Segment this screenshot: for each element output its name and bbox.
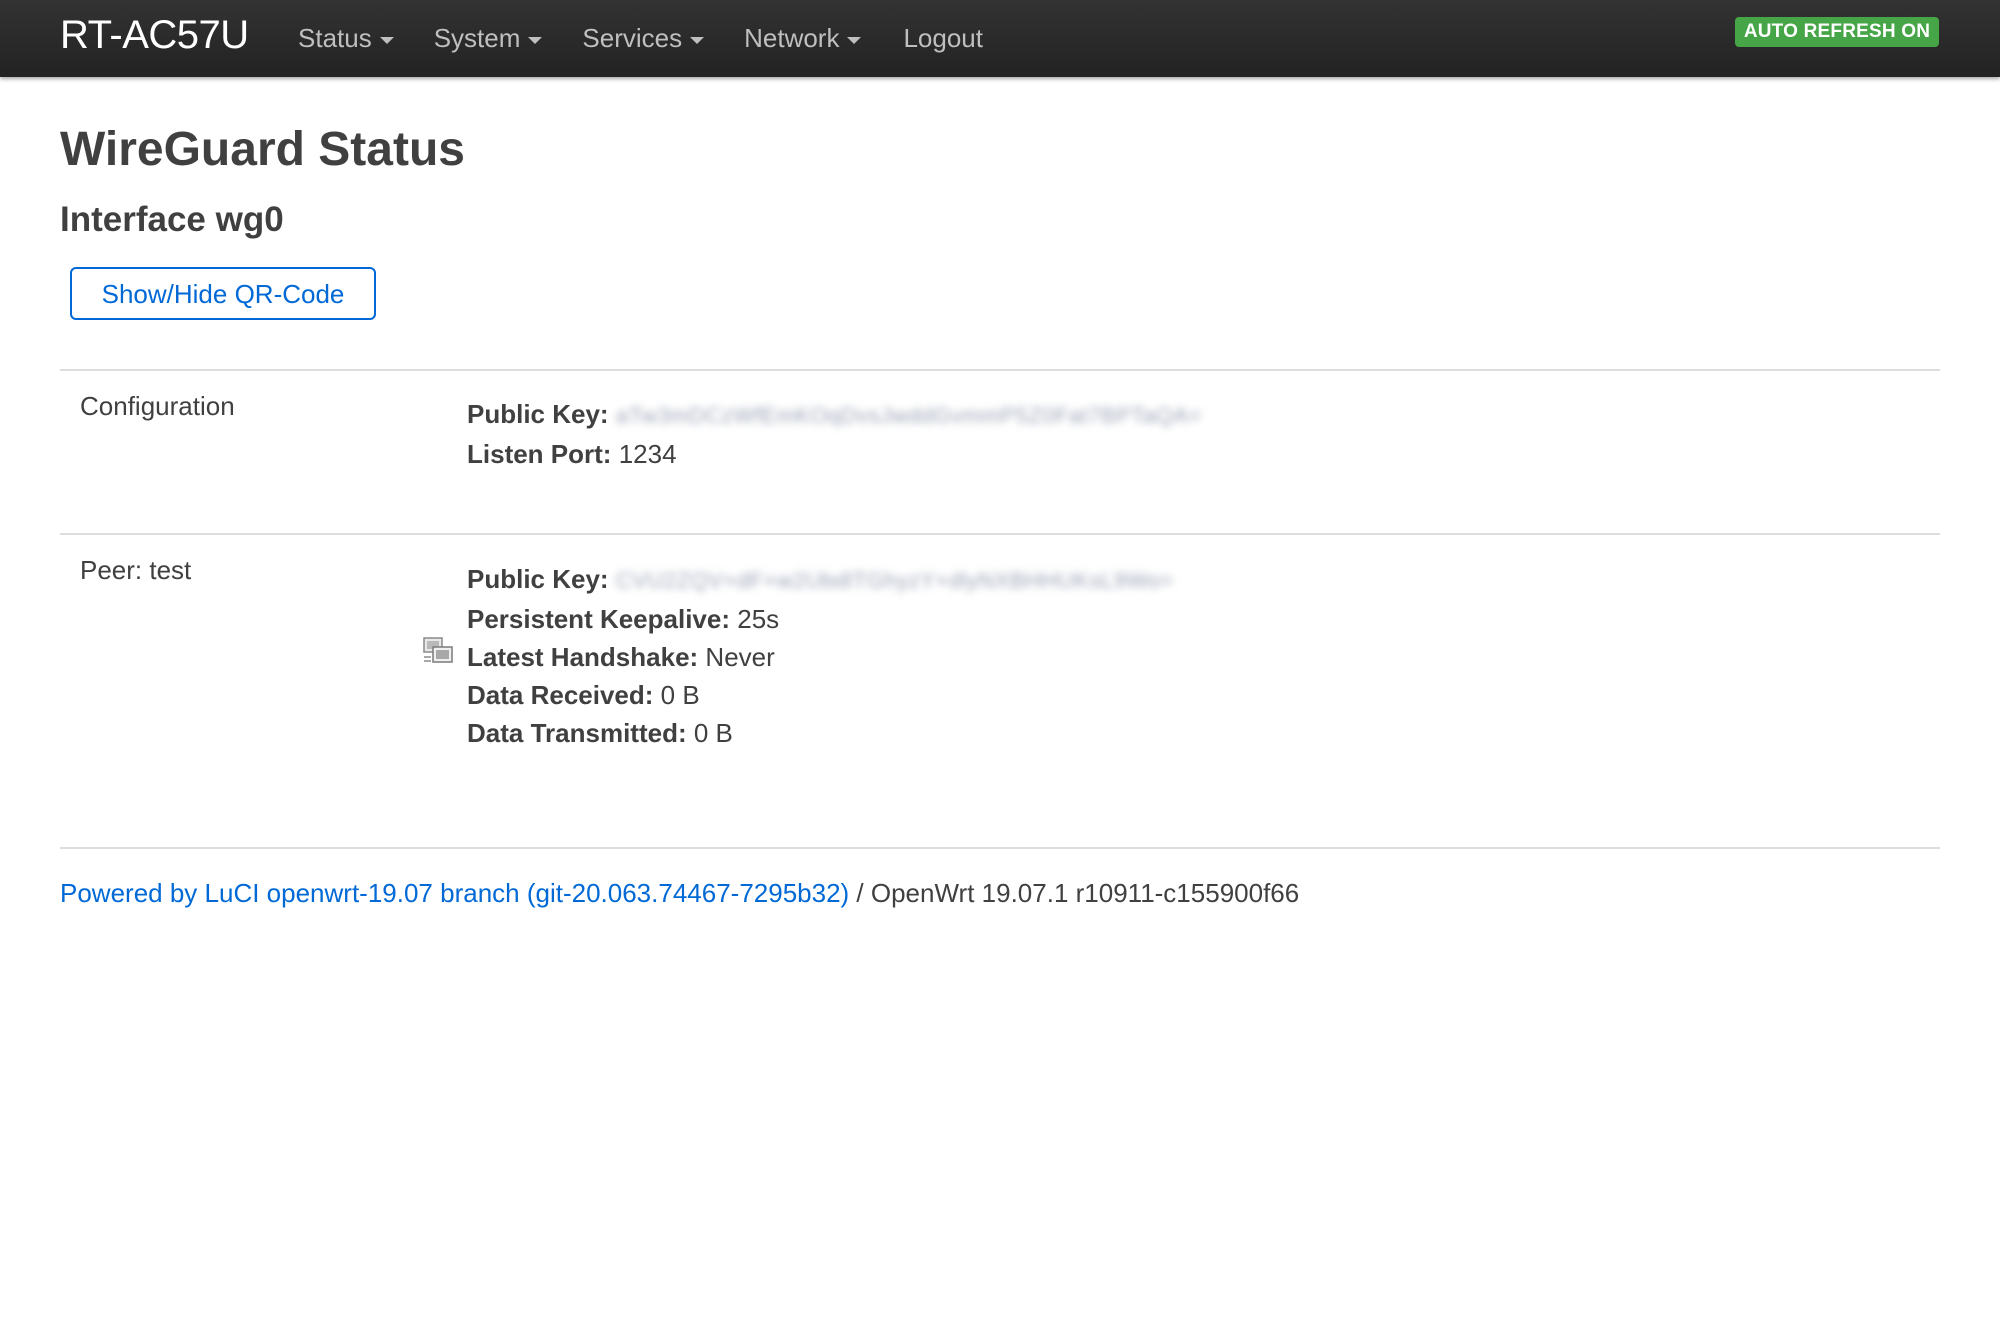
- public-key-value: aTw3mDCzWfEmKOqDvsJwddGvmmP5Z0Fat7BPTaQA…: [615, 403, 1202, 429]
- nav-item-network[interactable]: Network: [744, 0, 862, 77]
- openwrt-version: OpenWrt 19.07.1 r10911-c155900f66: [870, 878, 1300, 908]
- nav-item-label: Network: [744, 23, 840, 53]
- caret-down-icon: [690, 36, 705, 44]
- persistent-keepalive-value: 25s: [737, 604, 780, 635]
- caret-down-icon: [379, 36, 394, 44]
- public-key-label: Public Key:: [467, 564, 609, 594]
- peer-label: Peer: test: [80, 555, 192, 585]
- configuration-label: Configuration: [80, 391, 235, 421]
- nav-item-system[interactable]: System: [434, 0, 543, 77]
- data-transmitted-row: Data Transmitted: 0 B: [467, 714, 1173, 752]
- main-nav: Status System Services Network Logout: [298, 0, 1023, 77]
- section-divider: [60, 369, 1940, 371]
- data-received-label: Data Received:: [467, 680, 654, 711]
- footer-separator: /: [849, 878, 871, 908]
- caret-down-icon: [847, 36, 862, 44]
- listen-port-row: Listen Port: 1234: [467, 435, 1202, 473]
- data-received-row: Data Received: 0 B: [467, 676, 1173, 714]
- footer-divider: [60, 847, 1940, 849]
- brand-logo[interactable]: RT-AC57U: [60, 10, 249, 60]
- nav-item-label: System: [433, 23, 521, 53]
- latest-handshake-value: Never: [705, 642, 775, 673]
- listen-port-value: 1234: [618, 439, 677, 470]
- top-navbar: RT-AC57U Status System Services Network …: [0, 0, 2000, 77]
- caret-down-icon: [528, 36, 543, 44]
- nav-item-status[interactable]: Status: [298, 0, 394, 77]
- config-public-key-row: Public Key: aTw3mDCzWfEmKOqDvsJwddGvmmP5…: [467, 395, 1202, 435]
- luci-version-link[interactable]: Powered by LuCI openwrt-19.07 branch (gi…: [60, 878, 849, 908]
- data-transmitted-label: Data Transmitted:: [467, 718, 687, 749]
- public-key-value: CVU2ZQV+dF+w2UbdlTGhyzY+dlyNXBHHUKsL9Wo=: [615, 568, 1174, 594]
- auto-refresh-toggle[interactable]: AUTO REFRESH ON: [1735, 17, 1939, 47]
- latest-handshake-label: Latest Handshake:: [467, 642, 699, 673]
- nav-item-logout[interactable]: Logout: [903, 0, 983, 77]
- nav-item-services[interactable]: Services: [582, 0, 705, 77]
- persistent-keepalive-label: Persistent Keepalive:: [467, 604, 731, 635]
- peer-network-icon: [423, 637, 453, 663]
- peer-public-key-row: Public Key: CVU2ZQV+dF+w2UbdlTGhyzY+dlyN…: [467, 560, 1173, 600]
- footer: Powered by LuCI openwrt-19.07 branch (gi…: [60, 877, 1299, 909]
- public-key-label: Public Key:: [467, 399, 609, 429]
- show-hide-qr-code-button[interactable]: Show/Hide QR-Code: [70, 267, 376, 320]
- data-received-value: 0 B: [660, 680, 700, 711]
- listen-port-label: Listen Port:: [467, 439, 612, 470]
- page-title: WireGuard Status: [60, 123, 465, 176]
- configuration-details: Public Key: aTw3mDCzWfEmKOqDvsJwddGvmmP5…: [467, 395, 1202, 473]
- nav-item-label: Logout: [903, 23, 983, 53]
- persistent-keepalive-row: Persistent Keepalive: 25s: [467, 600, 1173, 638]
- data-transmitted-value: 0 B: [693, 718, 733, 749]
- interface-title: Interface wg0: [60, 200, 284, 239]
- latest-handshake-row: Latest Handshake: Never: [467, 638, 1173, 676]
- section-divider: [60, 533, 1940, 535]
- peer-details: Public Key: CVU2ZQV+dF+w2UbdlTGhyzY+dlyN…: [467, 560, 1173, 752]
- nav-item-label: Services: [582, 23, 683, 53]
- nav-item-label: Status: [298, 23, 372, 53]
